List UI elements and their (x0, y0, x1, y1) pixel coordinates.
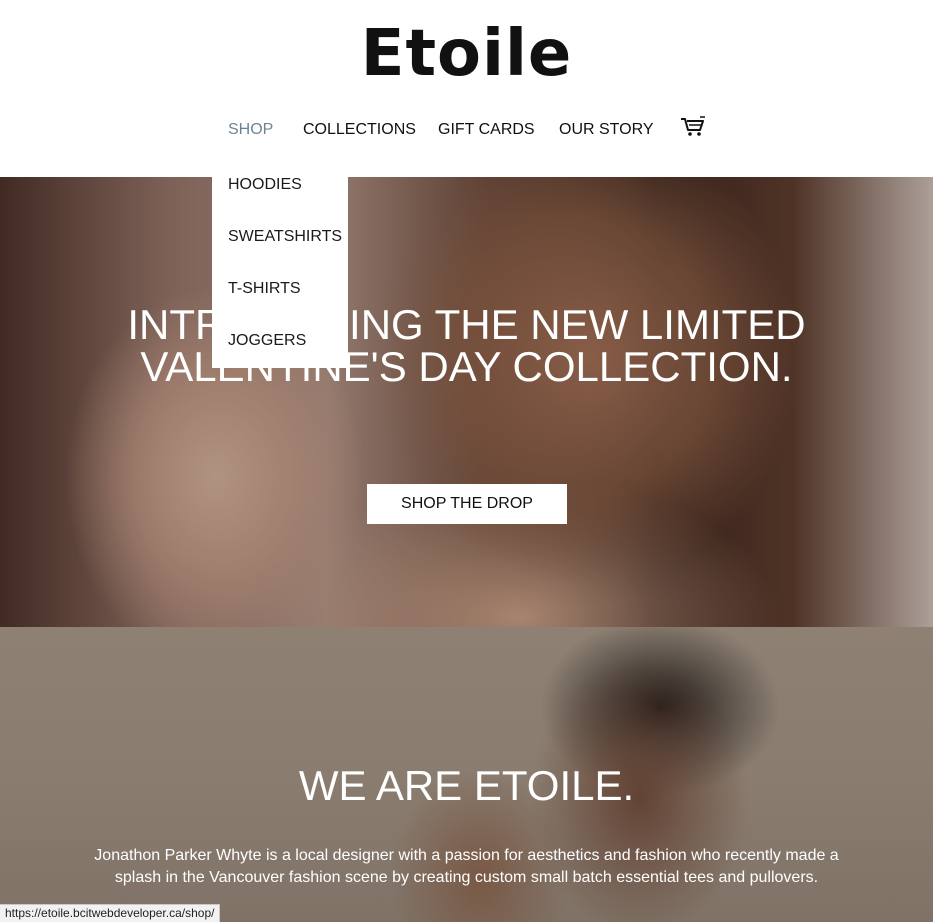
dropdown-item-sweatshirts[interactable]: SWEATSHIRTS (212, 226, 348, 278)
dropdown-item-hoodies[interactable]: HOODIES (212, 174, 348, 226)
about-title: WE ARE ETOILE. (298, 762, 635, 809)
shop-dropdown-menu: HOODIES SWEATSHIRTS T-SHIRTS JOGGERS (212, 157, 348, 368)
main-nav: SHOP COLLECTIONS GIFT CARDS OUR STORY (0, 119, 933, 143)
hero-title-line-1: INTRODUCING THE NEW LIMITED (127, 301, 806, 348)
shop-the-drop-button[interactable]: SHOP THE DROP (367, 484, 567, 524)
about-section: WE ARE ETOILE. Jonathon Parker Whyte is … (0, 627, 933, 922)
nav-item-collections[interactable]: COLLECTIONS (303, 119, 416, 141)
site-header: Etoile SHOP COLLECTIONS GIFT CARDS OUR S… (0, 0, 933, 177)
cart-icon[interactable] (680, 116, 706, 138)
about-text: Jonathon Parker Whyte is a local designe… (94, 847, 839, 886)
link-status-bar: https://etoile.bcitwebdeveloper.ca/shop/ (0, 904, 221, 922)
nav-item-shop[interactable]: SHOP (228, 119, 273, 141)
hero-image (0, 177, 933, 627)
dropdown-item-joggers[interactable]: JOGGERS (212, 330, 348, 382)
logo[interactable]: Etoile (0, 16, 933, 92)
nav-item-gift-cards[interactable]: GIFT CARDS (438, 119, 535, 141)
hero-banner: INTRODUCING THE NEW LIMITED VALENTINE'S … (0, 177, 933, 627)
hero-title-line-2: VALENTINE'S DAY COLLECTION. (140, 343, 793, 390)
hero-title: INTRODUCING THE NEW LIMITED VALENTINE'S … (0, 304, 933, 388)
nav-item-our-story[interactable]: OUR STORY (559, 119, 654, 141)
dropdown-item-t-shirts[interactable]: T-SHIRTS (212, 278, 348, 330)
